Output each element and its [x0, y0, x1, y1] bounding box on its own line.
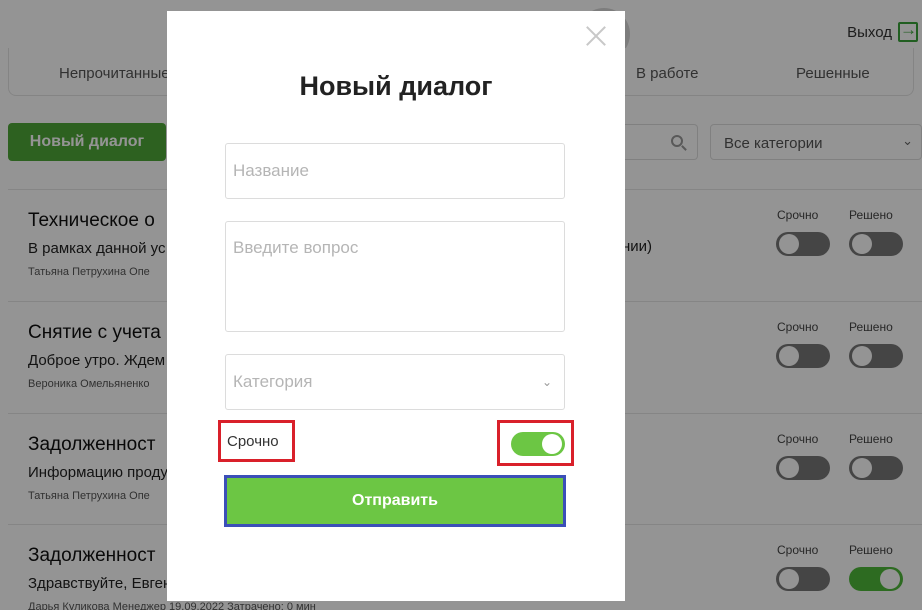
chevron-down-icon: ⌄ — [541, 375, 552, 389]
modal-title: Новый диалог — [299, 71, 493, 101]
category-select[interactable]: Категория ⌄ — [225, 354, 565, 410]
urgent-toggle-highlight — [497, 420, 574, 466]
close-icon[interactable] — [585, 25, 607, 47]
question-textarea[interactable] — [225, 221, 565, 332]
new-dialog-modal: Новый диалог Категория ⌄ Срочно Отправит… — [167, 11, 625, 601]
dialog-name-input[interactable] — [225, 143, 565, 199]
toggle-knob — [542, 434, 562, 454]
submit-button[interactable]: Отправить — [224, 475, 566, 527]
category-placeholder: Категория — [233, 372, 313, 391]
urgent-label: Срочно — [218, 420, 295, 462]
urgent-toggle[interactable] — [511, 432, 565, 456]
